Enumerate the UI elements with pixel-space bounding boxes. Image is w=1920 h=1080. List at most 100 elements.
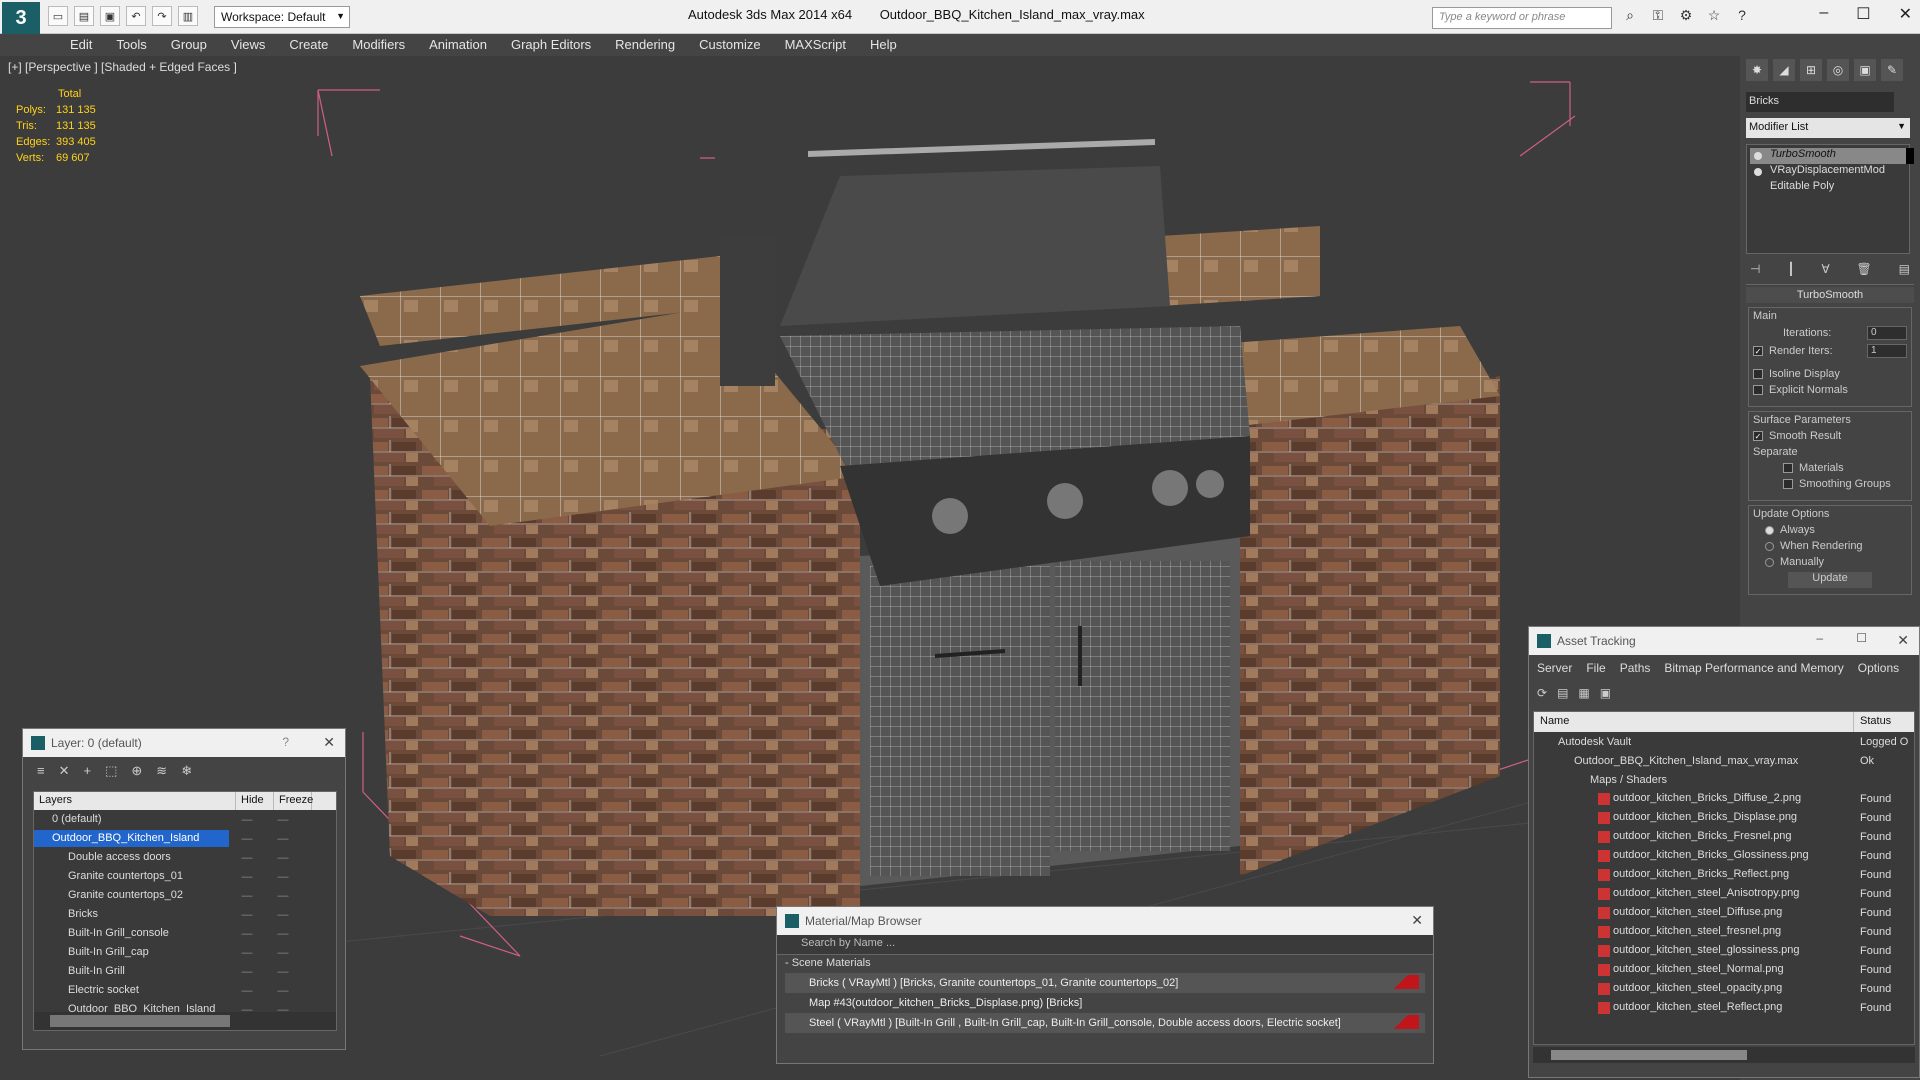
menu-maxscript[interactable]: MAXScript <box>773 34 858 56</box>
motion-tab-icon[interactable]: ◎ <box>1827 59 1849 81</box>
stack-item-turbosmooth[interactable]: TurboSmooth <box>1750 148 1906 164</box>
asset-row[interactable]: outdoor_kitchen_Bricks_Reflect.png Found <box>1534 865 1914 884</box>
freeze-toggle[interactable]: — <box>265 966 301 978</box>
menu-animation[interactable]: Animation <box>417 34 499 56</box>
asset-row[interactable]: outdoor_kitchen_steel_Diffuse.png Found <box>1534 903 1914 922</box>
asset-row[interactable]: outdoor_kitchen_Bricks_Diffuse_2.png Foun… <box>1534 789 1914 808</box>
remove-modifier-icon[interactable]: 🗑 <box>1857 262 1872 276</box>
menu-graph-editors[interactable]: Graph Editors <box>499 34 603 56</box>
new-file-icon[interactable]: ▭ <box>48 6 68 26</box>
help-icon[interactable]: ? <box>1732 7 1752 27</box>
close-icon[interactable]: ✕ <box>1899 4 1912 24</box>
hide-toggle[interactable]: — <box>229 928 265 940</box>
exchange-icon[interactable]: ⚙ <box>1676 7 1696 27</box>
hide-toggle[interactable]: — <box>229 947 265 959</box>
asset-row[interactable]: outdoor_kitchen_steel_Anisotropy.png Foun… <box>1534 884 1914 903</box>
freeze-toggle[interactable]: — <box>265 852 301 864</box>
help-search-input[interactable]: Type a keyword or phrase <box>1432 7 1612 29</box>
minimize-icon[interactable]: – <box>1816 631 1823 645</box>
isoline-checkbox[interactable] <box>1753 369 1763 379</box>
modify-tab-icon[interactable]: ◢ <box>1773 59 1795 81</box>
minimize-icon[interactable]: – <box>1819 4 1828 24</box>
layer-name[interactable]: Built-In Grill <box>34 963 229 980</box>
layer-row[interactable]: Granite countertops_01— — <box>34 867 336 886</box>
asset-row[interactable]: outdoor_kitchen_steel_Normal.png Found <box>1534 960 1914 979</box>
render-iters-checkbox[interactable]: ✓ <box>1753 346 1763 356</box>
bulb-icon[interactable] <box>1754 168 1762 176</box>
freeze-all-icon[interactable]: ❄ <box>181 763 192 779</box>
hide-toggle[interactable]: — <box>229 871 265 883</box>
material-row[interactable]: Bricks ( VRayMtl ) [Bricks, Granite coun… <box>785 973 1425 993</box>
col-layers[interactable]: Layers <box>34 792 236 810</box>
asset-row[interactable]: Maps / Shaders <box>1534 770 1914 789</box>
pin-stack-icon[interactable]: ⊣ <box>1750 262 1760 276</box>
stack-item-vraydisplacement[interactable]: VRayDisplacementMod <box>1750 164 1906 180</box>
highlight-layer-icon[interactable]: ⊕ <box>131 763 142 779</box>
freeze-toggle[interactable]: — <box>265 985 301 997</box>
material-row[interactable]: Steel ( VRayMtl ) [Built-In Grill , Buil… <box>785 1013 1425 1033</box>
menu-rendering[interactable]: Rendering <box>603 34 687 56</box>
delete-layer-icon[interactable]: ✕ <box>59 763 70 779</box>
freeze-toggle[interactable]: — <box>265 814 301 826</box>
configure-modifier-sets-icon[interactable]: ▤ <box>1899 262 1910 276</box>
material-search-input[interactable]: Search by Name ... <box>777 935 1433 955</box>
update-button[interactable]: Update <box>1788 572 1872 588</box>
new-layer-icon[interactable]: ≡ <box>37 763 45 779</box>
menu-views[interactable]: Views <box>219 34 277 56</box>
layer-row[interactable]: Outdoor_BBQ_Kitchen_Island — — <box>34 829 336 848</box>
open-file-icon[interactable]: ▤ <box>74 6 94 26</box>
close-icon[interactable]: ✕ <box>1897 632 1909 649</box>
utilities-tab-icon[interactable]: ✎ <box>1881 59 1903 81</box>
layer-name[interactable]: 0 (default) <box>34 811 229 828</box>
binoculars-icon[interactable]: ⌕ <box>1620 7 1640 27</box>
layer-name[interactable]: Built-In Grill_cap <box>34 944 229 961</box>
iterations-spinner[interactable]: 0 <box>1867 326 1907 340</box>
scrollbar-thumb[interactable] <box>50 1015 230 1027</box>
layer-name[interactable]: Granite countertops_02 <box>34 887 229 904</box>
make-unique-icon[interactable]: ∀ <box>1821 262 1829 276</box>
asset-row[interactable]: outdoor_kitchen_Bricks_Fresnel.png Found <box>1534 827 1914 846</box>
asset-row[interactable]: Outdoor_BBQ_Kitchen_Island_max_vray.max O… <box>1534 751 1914 770</box>
help-icon[interactable]: ? <box>282 735 289 749</box>
asset-row[interactable]: Autodesk Vault Logged O <box>1534 732 1914 751</box>
col-status[interactable]: Status <box>1854 712 1897 732</box>
scene-materials-category[interactable]: - Scene Materials <box>777 955 1433 973</box>
always-radio[interactable] <box>1765 525 1774 535</box>
layer-name[interactable]: Granite countertops_01 <box>34 868 229 885</box>
save-icon[interactable]: ▣ <box>100 6 120 26</box>
layer-row[interactable]: Double access doors — — <box>34 848 336 867</box>
layer-name[interactable]: Built-In Grill_console <box>34 925 229 942</box>
smooth-result-checkbox[interactable]: ✓ <box>1753 431 1763 441</box>
menu-customize[interactable]: Customize <box>687 34 772 56</box>
layer-row[interactable]: Built-In Grill — — <box>34 962 336 981</box>
redo-icon[interactable]: ↷ <box>152 6 172 26</box>
hide-toggle[interactable]: — <box>229 833 265 845</box>
modifier-list-dropdown[interactable]: Modifier List ▼ <box>1746 118 1910 138</box>
stack-item-editable-poly[interactable]: Editable Poly <box>1750 180 1906 196</box>
explicit-normals-checkbox[interactable] <box>1753 385 1763 395</box>
freeze-toggle[interactable]: — <box>265 871 301 883</box>
manually-radio[interactable] <box>1765 557 1774 567</box>
asset-menu-paths[interactable]: Paths <box>1620 661 1651 675</box>
star-icon[interactable]: ☆ <box>1704 7 1724 27</box>
show-end-result-icon[interactable]: ┃ <box>1787 262 1794 276</box>
layer-horizontal-scrollbar[interactable] <box>34 1012 336 1030</box>
materials-checkbox[interactable] <box>1783 463 1793 473</box>
freeze-toggle[interactable]: — <box>265 909 301 921</box>
app-logo-icon[interactable]: 3 <box>2 2 40 34</box>
table-view-icon[interactable]: ▣ <box>1600 686 1611 700</box>
menu-group[interactable]: Group <box>159 34 219 56</box>
select-objects-icon[interactable]: ⬚ <box>105 763 117 779</box>
asset-row[interactable]: outdoor_kitchen_Bricks_Glossiness.png Fou… <box>1534 846 1914 865</box>
maximize-icon[interactable]: ☐ <box>1856 4 1870 24</box>
refresh-icon[interactable]: ⟳ <box>1537 686 1547 700</box>
hide-toggle[interactable]: — <box>229 966 265 978</box>
maximize-icon[interactable]: ☐ <box>1856 631 1867 645</box>
viewport-label[interactable]: [+] [Perspective ] [Shaded + Edged Faces… <box>8 60 237 74</box>
layer-row[interactable]: Granite countertops_02— — <box>34 886 336 905</box>
list-view-icon[interactable]: ▤ <box>1557 686 1568 700</box>
rollout-title[interactable]: TurboSmooth <box>1746 287 1914 303</box>
menu-help[interactable]: Help <box>858 34 909 56</box>
col-freeze[interactable]: Freeze <box>274 792 313 810</box>
create-tab-icon[interactable]: ✸ <box>1746 59 1768 81</box>
